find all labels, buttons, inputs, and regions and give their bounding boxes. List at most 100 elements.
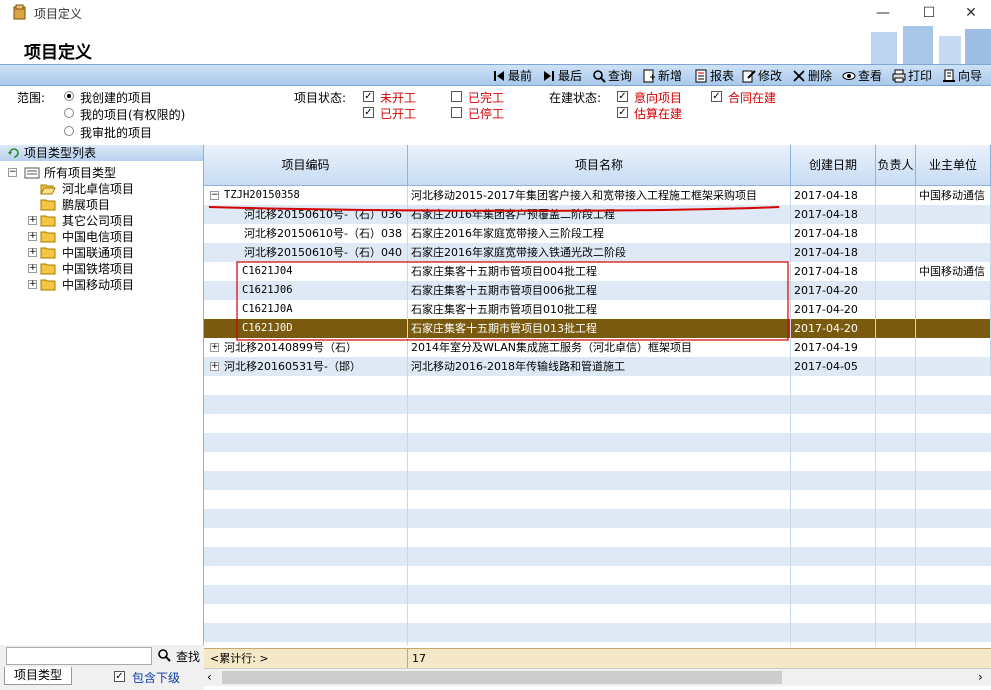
include-sub-label[interactable]: 包含下级 [132,669,180,686]
first-button[interactable]: 最前 [492,66,532,85]
building-option-intent[interactable]: 意向项目 [634,89,682,106]
table-row[interactable]: − TZJH20150358 河北移动2015-2017年集团客户接入和宽带接入工程… [204,186,991,205]
horizontal-scrollbar[interactable]: ‹ › [204,668,991,686]
project-type-panel: 项目类型列表 − 所有项目类型 河北卓信项目 鹏展项目 + 其它公司项目 + 中… [0,145,204,645]
tree-search-input[interactable] [6,647,152,665]
column-header-date[interactable]: 创建日期 [791,145,876,186]
empty-row [204,547,991,566]
cell-owner-unit: 中国移动通信 [916,186,991,205]
status-checkbox-completed[interactable] [451,91,462,102]
scroll-left-arrow-icon[interactable]: ‹ [207,669,212,686]
close-button[interactable]: ✕ [948,0,991,26]
folder-icon [40,215,56,227]
empty-row [204,585,991,604]
status-option-started[interactable]: 已开工 [380,105,416,122]
expand-icon[interactable]: + [28,216,37,225]
collapse-icon[interactable]: − [210,191,219,200]
cell-code: C1621J0D [204,319,408,338]
table-row[interactable]: C1621J04 石家庄集客十五期市管项目004批工程 2017-04-18 中国移动… [204,262,991,281]
cell-code: 河北移20150610号-（石）036 [204,205,408,224]
maximize-button[interactable]: ☐ [906,0,952,26]
table-row[interactable]: 河北移20150610号-（石）038 石家庄2016年家庭宽带接入三阶段工程 20… [204,224,991,243]
empty-row [204,509,991,528]
app-icon [13,4,26,20]
table-row[interactable]: C1621J0D 石家庄集客十五期市管项目013批工程 2017-04-20 [204,319,991,338]
scope-radio-approved[interactable] [64,126,74,136]
status-checkbox-started[interactable]: ✓ [363,107,374,118]
wizard-button[interactable]: 向导 [942,66,982,85]
scrollbar-thumb[interactable] [222,671,782,684]
cell-project-name: 河北移动2015-2017年集团客户接入和宽带接入工程施工框架采购项目 [408,186,791,205]
table-row[interactable]: C1621J0A 石家庄集客十五期市管项目010批工程 2017-04-20 [204,300,991,319]
building-checkbox-intent[interactable]: ✓ [617,91,628,102]
building-checkbox-contract[interactable]: ✓ [711,91,722,102]
collapse-icon[interactable]: − [8,168,17,177]
minimize-button[interactable]: — [860,0,906,26]
project-code: 河北移20140899号（石） [224,341,357,354]
scope-radio-created[interactable] [64,91,74,101]
tree-item-label: 中国联通项目 [62,246,135,260]
report-icon [695,69,707,82]
refresh-icon[interactable] [8,147,20,159]
scope-option-created[interactable]: 我创建的项目 [80,89,152,106]
status-option-stopped[interactable]: 已停工 [468,105,504,122]
scope-label: 范围: [17,91,46,105]
footer-total-count: 17 [412,652,426,665]
query-button[interactable]: 查询 [592,66,632,85]
new-document-icon [643,69,655,82]
expand-icon[interactable]: + [28,280,37,289]
folder-icon [40,279,56,291]
tree-panel-header: 项目类型列表 [0,145,203,161]
column-header-code[interactable]: 项目编码 [204,145,408,186]
add-button[interactable]: 新增 [642,66,682,85]
building-option-contract[interactable]: 合同在建 [728,89,776,106]
column-header-owner[interactable]: 负责人 [876,145,916,186]
tab-project-type[interactable]: 项目类型 [4,667,72,685]
cell-owner-unit [916,300,991,319]
print-button[interactable]: 打印 [892,66,932,85]
expand-icon[interactable]: + [210,362,219,371]
last-button[interactable]: 最后 [542,66,582,85]
table-row[interactable]: + 河北移20160531号-（邯） 河北移动2016-2018年传输线路和管道施工… [204,357,991,376]
cell-created-date: 2017-04-18 [791,186,876,205]
column-header-unit[interactable]: 业主单位 [916,145,991,186]
status-option-not-started[interactable]: 未开工 [380,89,416,106]
status-checkbox-stopped[interactable] [451,107,462,118]
expand-icon[interactable]: + [28,248,37,257]
cell-owner [876,262,916,281]
scope-radio-permitted[interactable] [64,108,74,118]
status-label: 项目状态: [294,91,347,105]
building-checkbox-estimate[interactable]: ✓ [617,107,628,118]
status-checkbox-not-started[interactable]: ✓ [363,91,374,102]
scope-option-permitted[interactable]: 我的项目(有权限的) [80,106,185,123]
scope-option-approved[interactable]: 我审批的项目 [80,124,152,141]
project-grid: 项目编码 项目名称 创建日期 负责人 业主单位 − TZJH20150358 河北移… [204,145,991,645]
cell-created-date: 2017-04-20 [791,281,876,300]
report-button[interactable]: 报表 [694,66,734,85]
expand-icon[interactable]: + [28,264,37,273]
cell-code: C1621J04 [204,262,408,281]
cell-project-name: 石家庄集客十五期市管项目006批工程 [408,281,791,300]
grid-footer: <累计行: > 17 [204,648,991,668]
expand-icon[interactable]: + [210,343,219,352]
export-icon [943,69,955,82]
search-icon[interactable] [157,648,171,662]
scroll-right-arrow-icon[interactable]: › [978,669,983,686]
edit-button[interactable]: 修改 [742,66,782,85]
table-row[interactable]: 河北移20150610号-（石）036 石家庄2016年集团客户预覆盖二阶段工程 2… [204,205,991,224]
cell-project-name: 石家庄集客十五期市管项目013批工程 [408,319,791,338]
delete-button[interactable]: 删除 [792,66,832,85]
column-header-name[interactable]: 项目名称 [408,145,791,186]
status-option-completed[interactable]: 已完工 [468,89,504,106]
search-label[interactable]: 查找 [176,648,200,665]
cell-project-name: 河北移动2016-2018年传输线路和管道施工 [408,357,791,376]
expand-icon[interactable]: + [28,232,37,241]
cell-code: C1621J06 [204,281,408,300]
cell-owner-unit [916,243,991,262]
table-row[interactable]: 河北移20150610号-（石）040 石家庄2016年家庭宽带接入铁通光改二阶段… [204,243,991,262]
building-option-estimate[interactable]: 估算在建 [634,105,682,122]
view-button[interactable]: 查看 [842,66,882,85]
table-row[interactable]: + 河北移20140899号（石） 2014年室分及WLAN集成施工服务（河北卓信）… [204,338,991,357]
include-sub-checkbox[interactable]: ✓ [114,671,125,682]
table-row[interactable]: C1621J06 石家庄集客十五期市管项目006批工程 2017-04-20 [204,281,991,300]
